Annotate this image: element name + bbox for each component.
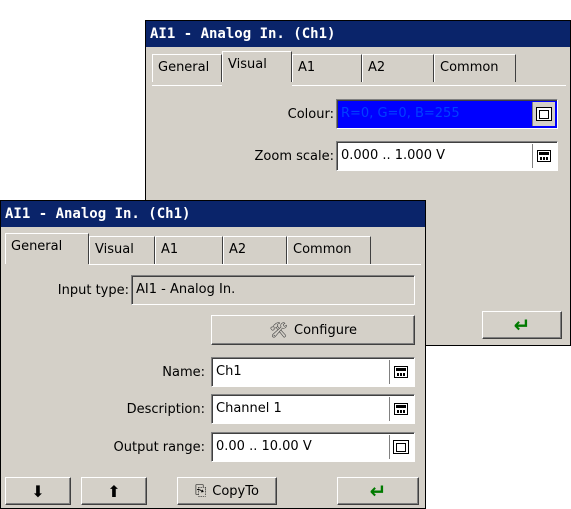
tab-common[interactable]: Common [434, 54, 516, 82]
back-dialog-title: AI1 - Analog In. (Ch1) [146, 21, 570, 47]
tab-visual[interactable]: Visual [222, 51, 292, 82]
enter-arrow-icon: ↵ [513, 313, 531, 337]
calculator-icon[interactable] [532, 144, 555, 168]
properties-icon[interactable] [389, 435, 412, 459]
tab-common[interactable]: Common [287, 236, 371, 264]
name-label: Name: [162, 365, 205, 380]
output-range-label: Output range: [113, 440, 205, 455]
tab-a1[interactable]: A1 [292, 54, 362, 82]
calculator-icon[interactable] [389, 360, 412, 384]
zoom-scale-field[interactable]: 0.000 .. 1.000 V [336, 141, 558, 171]
back-tab-bar: General Visual A1 A2 Common [146, 51, 570, 85]
enter-button[interactable]: ↵ [482, 311, 562, 339]
zoom-scale-label: Zoom scale: [254, 149, 335, 164]
copyto-button[interactable]: ⎘ CopyTo [177, 477, 277, 505]
enter-arrow-icon: ↵ [369, 479, 387, 503]
description-label: Description: [126, 402, 205, 417]
description-field[interactable]: Channel 1 [211, 394, 415, 424]
tab-general[interactable]: General [5, 233, 89, 264]
input-type-label: Input type: [57, 283, 129, 298]
tab-a2[interactable]: A2 [223, 236, 287, 264]
save-down-icon: ⬇ [31, 481, 45, 501]
enter-button[interactable]: ↵ [337, 477, 419, 505]
colour-field[interactable]: R=0, G=0, B=255 [336, 99, 558, 129]
copyto-label: CopyTo [212, 483, 259, 499]
front-dialog-title: AI1 - Analog In. (Ch1) [1, 201, 425, 227]
configure-label: Configure [294, 322, 358, 338]
calculator-icon[interactable] [389, 397, 412, 421]
colour-label: Colour: [287, 107, 334, 122]
input-type-value: AI1 - Analog In. [136, 282, 236, 297]
configure-button[interactable]: 🛠 Configure [211, 315, 415, 345]
save-down-button[interactable]: ⬇ [5, 477, 71, 505]
colour-value: R=0, G=0, B=255 [341, 106, 460, 121]
properties-icon[interactable] [532, 102, 555, 126]
configure-tool-icon: 🛠 [268, 321, 289, 339]
tab-divider [152, 85, 222, 86]
front-tab-bar: General Visual A1 A2 Common [1, 233, 425, 264]
name-field[interactable]: Ch1 [211, 357, 415, 387]
name-value: Ch1 [216, 364, 242, 379]
tab-a1[interactable]: A1 [155, 236, 223, 264]
input-type-field: AI1 - Analog In. [131, 275, 415, 305]
copy-icon: ⎘ [195, 483, 207, 499]
tab-divider [89, 264, 421, 265]
output-range-value: 0.00 .. 10.00 V [216, 439, 312, 454]
load-up-button[interactable]: ⬆ [81, 477, 147, 505]
load-up-icon: ⬆ [107, 481, 121, 501]
tab-a2[interactable]: A2 [362, 54, 434, 82]
tab-divider [292, 85, 566, 86]
front-dialog: AI1 - Analog In. (Ch1) General Visual A1… [0, 200, 426, 509]
zoom-scale-value: 0.000 .. 1.000 V [341, 148, 445, 163]
description-value: Channel 1 [216, 401, 282, 416]
tab-visual[interactable]: Visual [89, 236, 155, 264]
tab-general[interactable]: General [152, 54, 222, 82]
output-range-field[interactable]: 0.00 .. 10.00 V [211, 432, 415, 462]
